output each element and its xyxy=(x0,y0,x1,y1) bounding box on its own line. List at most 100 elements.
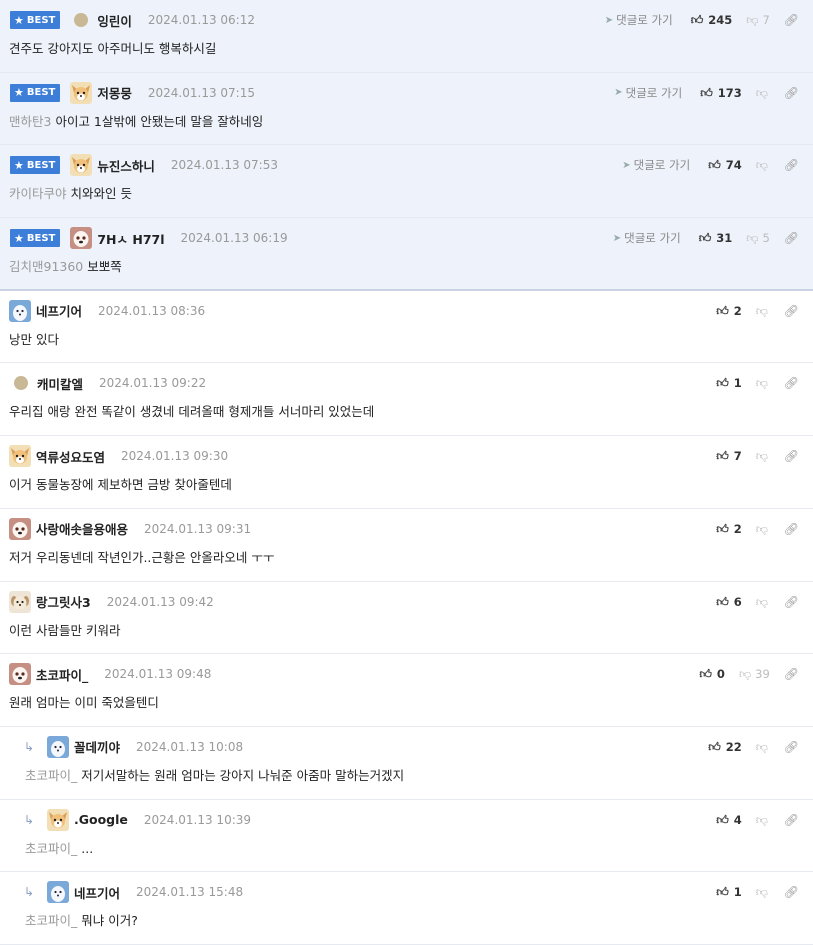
comment-actions: ➤ 댓글로 가기 👍︎ 74 👎︎ 🔗︎ xyxy=(622,155,799,175)
upvote-button[interactable]: 👍︎ 1 xyxy=(716,376,742,390)
upvote-button[interactable]: 👍︎ 1 xyxy=(716,885,742,899)
nickname[interactable]: 사랑애솟을용애용 xyxy=(36,519,128,538)
upvote-button[interactable]: 👍︎ 31 xyxy=(699,231,733,245)
downvote-button[interactable]: 👎︎ 5 xyxy=(746,231,770,245)
comment-text: 원래 엄마는 이미 죽었을텐디 xyxy=(9,695,159,711)
avatar xyxy=(47,881,69,904)
arrow-icon: ➤ xyxy=(614,87,623,99)
comment-text: 낭만 있다 xyxy=(9,331,59,347)
thumb-up-icon: 👍︎ xyxy=(699,667,712,682)
avatar xyxy=(70,154,93,177)
downvote-button[interactable]: 👎︎ xyxy=(756,377,770,389)
link-icon[interactable]: 🔗︎ xyxy=(784,86,799,100)
nickname[interactable]: 7Hㅅ H77l xyxy=(97,229,164,248)
comment-date: 2024.01.13 06:12 xyxy=(147,13,255,27)
reply-arrow-icon: ↳ xyxy=(24,885,35,900)
comment-date: 2024.01.13 09:31 xyxy=(144,521,252,536)
goto-comment-link[interactable]: ➤ 댓글로 가기 xyxy=(614,85,682,101)
downvote-button[interactable]: 👎︎ 39 xyxy=(739,667,770,681)
comment-date: 2024.01.13 07:53 xyxy=(170,158,278,173)
comment-date: 2024.01.13 09:42 xyxy=(106,594,214,609)
best-comment: ★ BEST 7Hㅅ H77l 2024.01.13 06:19 ➤ 댓글로 가기 👍︎ 31… xyxy=(0,218,813,291)
goto-comment-link[interactable]: ➤ 댓글로 가기 xyxy=(613,230,681,246)
upvote-button[interactable]: 👍︎ 7 xyxy=(716,449,742,463)
star-icon: ★ xyxy=(14,231,24,245)
link-icon[interactable]: 🔗︎ xyxy=(784,376,799,390)
link-icon[interactable]: 🔗︎ xyxy=(784,885,799,899)
nickname[interactable]: 뉴진스하니 xyxy=(97,156,155,175)
thumb-down-icon: 👎︎ xyxy=(746,231,759,246)
link-icon[interactable]: 🔗︎ xyxy=(784,13,799,27)
upvote-count: 31 xyxy=(716,231,733,246)
link-icon[interactable]: 🔗︎ xyxy=(784,522,799,536)
reply-comment: ↳ 네프기어 2024.01.13 15:48 👍︎ 1 👎︎ 🔗︎ 초코파이_ 뭐냐 이거? xyxy=(0,872,813,945)
nickname[interactable]: 네프기어 xyxy=(74,883,120,902)
quoted-user: 카이타쿠야 xyxy=(9,186,67,202)
downvote-button[interactable]: 👎︎ 7 xyxy=(746,13,770,27)
thumb-down-icon: 👎︎ xyxy=(755,885,768,900)
nickname[interactable]: 랑그릿사3 xyxy=(36,592,91,611)
upvote-button[interactable]: 👍︎ 74 xyxy=(708,158,742,172)
thumb-up-icon: 👍︎ xyxy=(690,13,704,27)
downvote-button[interactable]: 👎︎ xyxy=(756,814,770,826)
upvote-button[interactable]: 👍︎ 6 xyxy=(716,595,742,609)
downvote-button[interactable]: 👎︎ xyxy=(756,523,770,535)
upvote-button[interactable]: 👍︎ 22 xyxy=(708,740,742,754)
avatar xyxy=(9,445,31,468)
upvote-count: 2 xyxy=(733,303,742,318)
nickname[interactable]: 캐미칼엘 xyxy=(37,374,83,393)
nickname[interactable]: 초코파이_ xyxy=(36,665,88,684)
nickname[interactable]: 저몽뭉 xyxy=(97,83,132,102)
reply-arrow-icon: ↳ xyxy=(24,812,35,827)
upvote-button[interactable]: 👍︎ 0 xyxy=(699,667,725,681)
upvote-button[interactable]: 👍︎ 2 xyxy=(716,522,742,536)
best-comment: ★ BEST 저몽뭉 2024.01.13 07:15 ➤ 댓글로 가기 👍︎ 173 👎︎ 🔗︎… xyxy=(0,72,813,146)
nickname[interactable]: 역류성요도염 xyxy=(36,447,105,466)
link-icon[interactable]: 🔗︎ xyxy=(784,667,799,681)
upvote-button[interactable]: 👍︎ 2 xyxy=(716,304,742,318)
best-comment: ★ BEST 잉린이 2024.01.13 06:12 ➤ 댓글로 가기 👍︎ 245 👎︎ 7 🔗… xyxy=(0,0,813,73)
quoted-user: 초코파이_ xyxy=(25,840,78,856)
nickname[interactable]: 잉린이 xyxy=(97,11,132,30)
thumb-down-icon: 👎︎ xyxy=(755,812,768,827)
downvote-button[interactable]: 👎︎ xyxy=(756,741,770,753)
comment-body: 이런 사람들만 키워라 xyxy=(9,620,803,639)
goto-comment-link[interactable]: ➤ 댓글로 가기 xyxy=(622,157,690,173)
comment-body: 원래 엄마는 이미 죽었을텐디 xyxy=(9,692,803,711)
downvote-button[interactable]: 👎︎ xyxy=(756,450,770,462)
link-icon[interactable]: 🔗︎ xyxy=(784,449,799,463)
comment-actions: 👍︎ 2 👎︎ 🔗︎ xyxy=(716,519,799,539)
nickname[interactable]: .Google xyxy=(74,812,128,827)
upvote-button[interactable]: 👍︎ 245 xyxy=(691,13,733,27)
link-icon[interactable]: 🔗︎ xyxy=(784,304,799,318)
comment-date: 2024.01.13 10:39 xyxy=(143,812,252,827)
downvote-button[interactable]: 👎︎ xyxy=(756,87,770,99)
goto-comment-link[interactable]: ➤ 댓글로 가기 xyxy=(605,12,673,28)
link-icon[interactable]: 🔗︎ xyxy=(784,231,799,245)
comment: 사랑애솟을용애용 2024.01.13 09:31 👍︎ 2 👎︎ 🔗︎ 저거 우리동넨데 … xyxy=(0,508,813,582)
thumb-down-icon: 👎︎ xyxy=(755,521,768,536)
upvote-button[interactable]: 👍︎ 4 xyxy=(716,813,742,827)
link-icon[interactable]: 🔗︎ xyxy=(784,158,799,172)
comment-date: 2024.01.13 09:30 xyxy=(121,449,229,464)
thumb-down-icon: 👎︎ xyxy=(755,158,768,173)
downvote-button[interactable]: 👎︎ xyxy=(756,886,770,898)
downvote-button[interactable]: 👎︎ xyxy=(756,596,770,608)
link-icon[interactable]: 🔗︎ xyxy=(784,813,799,827)
link-icon[interactable]: 🔗︎ xyxy=(784,595,799,609)
comment-date: 2024.01.13 15:48 xyxy=(136,885,244,900)
comment-text: 뭐냐 이거? xyxy=(81,913,138,929)
downvote-button[interactable]: 👎︎ xyxy=(756,305,770,317)
comment-body: 초코파이_ 저기서말하는 원래 엄마는 강아지 나눠준 아줌마 말하는거겠지 xyxy=(25,765,803,784)
upvote-button[interactable]: 👍︎ 173 xyxy=(700,86,742,100)
star-icon: ★ xyxy=(14,158,24,172)
nickname[interactable]: 꼴데끼야 xyxy=(74,737,120,756)
thumb-up-icon: 👍︎ xyxy=(698,231,712,246)
downvote-button[interactable]: 👎︎ xyxy=(756,159,770,171)
avatar xyxy=(9,663,31,686)
nickname[interactable]: 네프기어 xyxy=(36,301,82,320)
thumb-up-icon: 👍︎ xyxy=(716,303,729,318)
link-icon[interactable]: 🔗︎ xyxy=(784,740,799,754)
comment: 네프기어 2024.01.13 08:36 👍︎ 2 👎︎ 🔗︎ 낭만 있다 xyxy=(0,290,813,364)
comment-actions: ➤ 댓글로 가기 👍︎ 31 👎︎ 5 🔗︎ xyxy=(613,228,799,248)
